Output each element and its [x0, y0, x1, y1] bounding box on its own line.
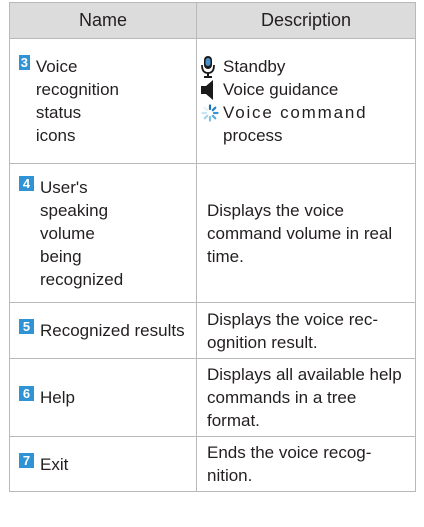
- number-badge: 6: [19, 386, 34, 401]
- number-badge: 7: [19, 452, 34, 468]
- status-label: Voice guidance: [223, 80, 339, 99]
- table-row: 5 Recognized results Displays the voice …: [9, 302, 416, 359]
- processing-spinner-icon: [201, 102, 219, 124]
- name-cell: 7 Exit: [9, 436, 197, 492]
- description-column-header: Description: [196, 2, 416, 39]
- description-cell: Displays all available help commands in …: [196, 358, 416, 437]
- item-name: Help: [40, 388, 75, 407]
- name-cell: 4 User's speaking volume being recognize…: [9, 163, 197, 303]
- table-row: 3 Voice recognition status icons Standby…: [9, 38, 416, 164]
- speaker-icon: [201, 79, 219, 101]
- description-cell: Standby Voice guidance Voice command pro…: [196, 38, 416, 164]
- name-cell: 3 Voice recognition status icons: [9, 38, 197, 164]
- voice-recognition-table: Name Description 3 Voice recognition sta…: [9, 2, 416, 492]
- description-cell: Displays the voice rec-ognition result.: [196, 302, 416, 359]
- table-header-row: Name Description: [9, 2, 416, 39]
- description-cell: Ends the voice recog-nition.: [196, 436, 416, 492]
- status-label: Voice command: [223, 103, 368, 122]
- table-row: 6 Help Displays all available help comma…: [9, 358, 416, 437]
- status-standby: Standby: [201, 55, 407, 78]
- table-row: 7 Exit Ends the voice recog-nition.: [9, 436, 416, 492]
- status-label: Standby: [223, 57, 286, 76]
- status-process: process: [201, 124, 407, 147]
- item-name: Voice recognition status icons: [35, 57, 119, 145]
- number-badge: 4: [19, 175, 34, 191]
- status-voice-guidance: Voice guidance: [201, 78, 407, 101]
- name-cell: 6 Help: [9, 358, 197, 437]
- description-cell: Displays the voice command volume in rea…: [196, 163, 416, 303]
- table-row: 4 User's speaking volume being recognize…: [9, 163, 416, 303]
- number-badge: 3: [19, 55, 30, 70]
- name-column-header: Name: [9, 2, 197, 39]
- item-name: User's speaking volume being recognized: [40, 177, 124, 289]
- microphone-icon: [201, 55, 219, 78]
- status-voice-command: Voice command: [201, 101, 407, 124]
- number-badge: 5: [19, 319, 34, 334]
- name-cell: 5 Recognized results: [9, 302, 197, 359]
- item-name: Recognized results: [40, 321, 185, 340]
- item-name: Exit: [40, 454, 69, 474]
- status-label: process: [223, 126, 283, 145]
